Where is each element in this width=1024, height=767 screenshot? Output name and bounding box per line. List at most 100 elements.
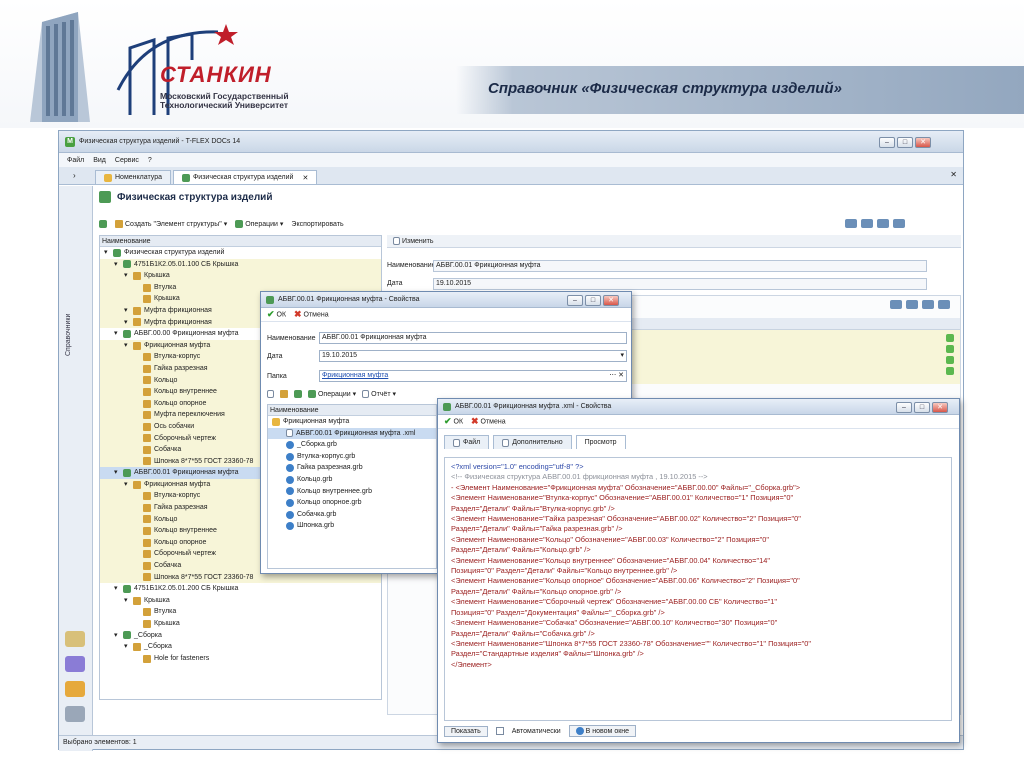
folder-link[interactable]: Фрикционная муфта (322, 372, 388, 379)
tab-file[interactable]: Файл (444, 435, 490, 449)
close-button[interactable]: ✕ (932, 402, 948, 413)
expand-icon[interactable]: ▾ (124, 340, 130, 352)
file-row[interactable]: АБВГ.00.01 Фрикционная муфта .xml (268, 427, 436, 440)
expand-icon[interactable]: ▾ (124, 317, 130, 329)
open-icon[interactable] (280, 390, 288, 399)
file-row[interactable]: Кольцо.grb (268, 474, 436, 486)
menu-help[interactable]: ? (148, 157, 152, 164)
operations-button[interactable]: Операции ▾ (235, 220, 283, 229)
tab-physical-structure[interactable]: Физическая структура изделий ✕ (172, 170, 318, 184)
tree-row[interactable]: ▾ 4751Б1К2.05.01.200 СБ Крышка (100, 583, 381, 595)
tree-row[interactable]: ▾ Крышка (100, 270, 381, 282)
sync-icon[interactable] (938, 300, 950, 309)
create-element-button[interactable]: Создать "Элемент структуры" ▾ (115, 220, 227, 229)
new-window-button[interactable]: В новом окне (568, 725, 637, 737)
maximize-button[interactable]: □ (914, 402, 930, 413)
expand-icon[interactable]: ▾ (114, 583, 120, 595)
file-row[interactable]: Кольцо опорное.grb (268, 497, 436, 509)
add-icon[interactable] (946, 367, 954, 375)
folder-field[interactable]: Фрикционная муфта ⋯ ✕ (319, 370, 627, 382)
tree-row[interactable]: ▾ 4751Б1К2.05.01.100 СБ Крышка (100, 258, 381, 271)
user-icon[interactable] (845, 219, 857, 228)
chevron-right-icon[interactable]: › (73, 171, 76, 180)
expand-icon[interactable]: ▾ (124, 641, 130, 653)
operations-button[interactable]: Операции ▾ (308, 390, 356, 399)
name-field[interactable]: АБВГ.00.01 Фрикционная муфта (319, 332, 627, 344)
ok-button[interactable]: ✔ ОК (444, 416, 463, 427)
file-row[interactable]: Собачка.grb (268, 509, 436, 521)
layout-icon[interactable] (922, 300, 934, 309)
menu-service[interactable]: Сервис (115, 157, 139, 164)
box-icon[interactable] (65, 681, 85, 697)
tree-row[interactable]: Hole for fasteners (100, 653, 381, 665)
expand-icon[interactable]: ▾ (114, 630, 120, 642)
file-row[interactable]: _Сборка.grb (268, 439, 436, 451)
expand-icon[interactable]: ▾ (124, 305, 130, 317)
expand-icon[interactable]: ▾ (114, 259, 120, 271)
slide-header: СТАНКИН Московский Государственный Техно… (0, 0, 1024, 128)
tab-preview[interactable]: Просмотр (575, 435, 626, 449)
minimize-button[interactable]: – (896, 402, 912, 413)
tree-row[interactable]: Втулка (100, 606, 381, 618)
file-row[interactable]: Кольцо внутреннее.grb (268, 486, 436, 498)
cube-icon[interactable] (65, 656, 85, 672)
close-tab-icon[interactable]: ✕ (302, 174, 308, 182)
file-row[interactable]: Фрикционная муфта (268, 416, 436, 428)
expand-icon[interactable]: ▾ (124, 595, 130, 607)
minimize-button[interactable]: – (879, 137, 895, 148)
date-field[interactable]: 19.10.2015 ▾ (319, 350, 627, 362)
view-icon[interactable] (906, 300, 918, 309)
edit-button[interactable]: Изменить (393, 237, 434, 245)
new-file-icon[interactable] (267, 390, 274, 399)
tree-row[interactable]: ▾ Крышка (100, 595, 381, 607)
add-icon[interactable] (946, 356, 954, 364)
report-button[interactable]: Отчёт ▾ (362, 390, 396, 399)
tab-additional[interactable]: Дополнительно (493, 435, 572, 449)
auto-checkbox[interactable] (495, 727, 504, 735)
ok-button[interactable]: ✔ ОК (267, 309, 286, 320)
maximize-button[interactable]: □ (585, 295, 601, 306)
refresh-icon[interactable] (99, 220, 107, 228)
add-icon[interactable] (946, 334, 954, 342)
export-button[interactable]: Экспортировать (291, 221, 343, 228)
part-icon (143, 515, 151, 524)
view-icon[interactable] (861, 219, 873, 228)
tree-row[interactable]: ▾ _Сборка (100, 641, 381, 653)
tree-row[interactable]: ▾ Физическая структура изделий (100, 247, 381, 259)
xml-line: Раздел="Детали" Файлы="Кольцо опорное.gr… (451, 586, 622, 596)
file-row[interactable]: Шпонка.grb (268, 520, 436, 532)
xml-line: </Элемент> (451, 659, 492, 669)
clear-icon[interactable]: ⋯ ✕ (609, 371, 624, 381)
save-icon[interactable] (294, 390, 302, 399)
dropdown-icon[interactable]: ▾ (620, 351, 624, 361)
expand-icon[interactable]: ▾ (124, 479, 130, 491)
add-icon[interactable] (946, 345, 954, 353)
tree-row[interactable]: Крышка (100, 618, 381, 630)
close-button[interactable]: ✕ (915, 137, 931, 148)
expand-icon[interactable]: ▾ (104, 247, 110, 259)
close-button[interactable]: ✕ (603, 295, 619, 306)
maximize-button[interactable]: □ (897, 137, 913, 148)
menu-file[interactable]: Файл (67, 157, 84, 164)
expand-icon[interactable]: ▾ (114, 467, 120, 479)
sync-icon[interactable] (893, 219, 905, 228)
show-button[interactable]: Показать (444, 725, 488, 737)
tree-row[interactable]: ▾ _Сборка (100, 630, 381, 642)
xml-preview[interactable]: <?xml version="1.0" encoding="utf-8" ?> <… (444, 457, 952, 721)
expand-icon[interactable]: ▾ (124, 270, 130, 282)
file-row[interactable]: Втулка-корпус.grb (268, 451, 436, 463)
layout-icon[interactable] (877, 219, 889, 228)
references-icon[interactable] (65, 631, 85, 647)
user-icon[interactable] (890, 300, 902, 309)
close-icon[interactable]: ✕ (950, 170, 957, 179)
expand-icon[interactable]: ▾ (114, 328, 120, 340)
file-row[interactable]: Гайка разрезная.grb (268, 462, 436, 474)
menu-view[interactable]: Вид (93, 157, 106, 164)
tab-nomenclature[interactable]: Номенклатура (95, 170, 171, 184)
minimize-button[interactable]: – (567, 295, 583, 306)
date-field[interactable]: 19.10.2015 (433, 277, 927, 290)
cancel-button[interactable]: ✖ Отмена (471, 416, 506, 427)
gears-icon[interactable] (65, 706, 85, 722)
name-field[interactable]: АБВГ.00.01 Фрикционная муфта (433, 259, 927, 272)
cancel-button[interactable]: ✖ Отмена (294, 309, 329, 320)
